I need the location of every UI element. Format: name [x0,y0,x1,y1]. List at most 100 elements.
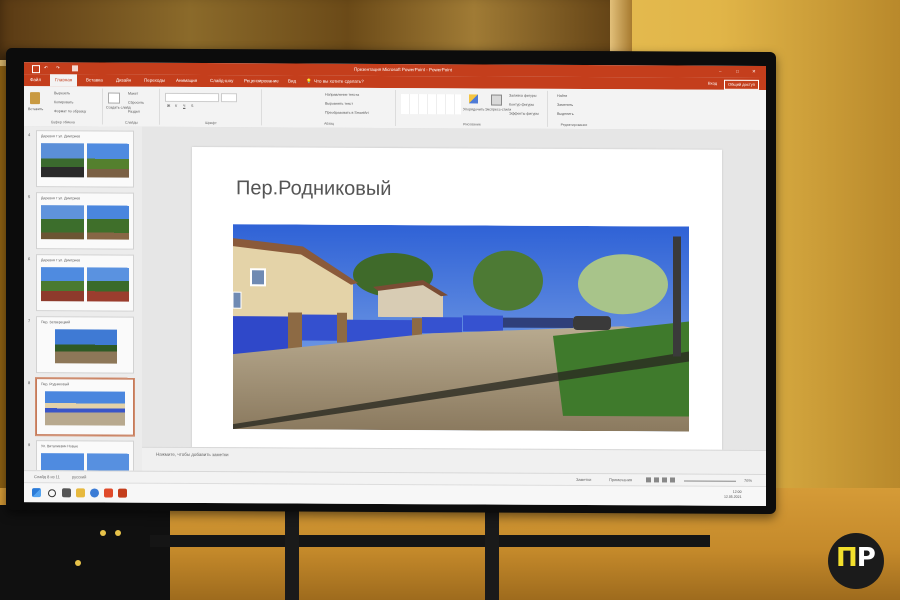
clock-date: 12.05.2021 [724,494,742,499]
tab-animations[interactable]: Анимация [176,75,197,87]
slide-thumbnail[interactable]: 6 Деревня т ул. Дмитриев [28,254,134,312]
screen: ↶ ↷ Презентация Microsoft PowerPoint - P… [24,62,766,506]
thumbnail-photo [55,329,117,364]
save-icon[interactable] [32,65,40,74]
tab-slideshow[interactable]: Слайд-шоу [210,75,233,87]
slide-photo[interactable] [233,224,689,432]
paste-label[interactable]: Вставить [28,107,43,111]
slide-thumbnail-selected[interactable]: 8 Пер. Родниковый [28,378,134,436]
tab-file[interactable]: Файл [30,74,41,86]
window-title: Презентация Microsoft PowerPoint - Power… [354,66,452,73]
paste-icon[interactable] [30,92,40,105]
file-explorer-icon[interactable] [76,488,85,498]
thumbnail-number: 9 [28,442,31,448]
undo-icon[interactable]: ↶ [44,62,48,74]
shape-outline-button[interactable]: Контур фигуры [509,103,534,107]
underline-button[interactable]: Ч [183,104,185,108]
tab-view[interactable]: Вид [288,75,296,87]
select-button[interactable]: Выделить [557,112,574,116]
slide-thumbnail[interactable]: 4 Деревня т ул. Дмитриев [28,130,134,188]
shape-effects-button[interactable]: Эффекты фигуры [509,112,539,116]
text-direction-button[interactable]: Направление текста [325,93,359,97]
quick-styles-button[interactable]: Экспресс-стили [485,107,511,111]
stand-crossbar [150,535,710,547]
slides-group: Создать слайд Макет Сбросить Раздел Слай… [104,88,160,125]
layout-button[interactable]: Макет [128,92,138,96]
maximize-icon[interactable]: □ [736,66,739,78]
cut-button[interactable]: Вырезать [54,91,70,95]
minimize-icon[interactable]: – [719,66,722,78]
thumbnail-title: Деревня т ул. Дмитриев [41,258,81,263]
cabinet-light [100,530,106,536]
strikethrough-button[interactable]: S [191,104,193,108]
format-painter-button[interactable]: Формат по образцу [54,109,86,113]
font-name-box[interactable] [165,92,219,103]
new-slide-button[interactable]: Создать слайд [106,106,131,110]
street-photo [233,224,689,432]
slide-thumbnail[interactable]: 7 Пер. Затверецкий [28,316,134,374]
slide-canvas[interactable]: Пер.Родниковый [192,146,722,466]
clock[interactable]: 12:00 12.05.2021 [724,490,742,500]
font-size-box[interactable] [221,93,237,103]
new-slide-icon[interactable] [108,92,120,104]
media-cabinet [0,505,170,600]
search-icon[interactable] [48,489,56,498]
tab-insert[interactable]: Вставка [86,74,103,86]
slide-thumbnails-pane: 4 Деревня т ул. Дмитриев 5 Деревня т ул.… [24,126,142,471]
thumbnail-photo [87,267,129,302]
zoom-slider[interactable] [684,480,736,482]
monitor: ↶ ↷ Презентация Microsoft PowerPoint - P… [6,47,776,515]
thumbnail-photo [41,267,84,302]
shapes-gallery[interactable] [401,94,461,115]
notes-placeholder: Нажмите, чтобы добавить заметки [156,451,229,458]
copy-button[interactable]: Копировать [54,100,73,104]
align-text-button[interactable]: Выровнять текст [325,102,353,106]
clipboard-group-label: Буфер обмена [51,120,75,125]
close-icon[interactable]: ✕ [752,66,756,78]
tab-transitions[interactable]: Переходы [144,75,165,87]
redo-icon[interactable]: ↷ [56,62,60,74]
sign-in-link[interactable]: Вход [708,78,717,90]
slides-group-label: Слайды [124,120,139,125]
reset-button[interactable]: Сбросить [128,101,144,105]
bold-button[interactable]: Ж [167,104,170,108]
shape-fill-button[interactable]: Заливка фигуры [509,94,536,98]
clipboard-group: Вставить Вырезать Копировать Формат по о… [24,88,103,125]
logo: ПР [828,533,884,589]
tab-home[interactable]: Главная [50,74,78,87]
font-group-label: Шрифт [205,121,217,126]
slide-thumbnail[interactable]: 9 Ул. Виталиевич Новые [28,440,134,471]
slide-thumbnail[interactable]: 5 Деревня т ул. Дмитриев [28,192,134,250]
chrome-icon[interactable] [104,488,113,498]
quick-styles-icon[interactable] [491,94,502,106]
share-button[interactable]: Общий доступ [724,79,759,90]
section-button[interactable]: Раздел [128,110,140,114]
logo-letter: П [836,543,858,573]
tab-review[interactable]: Рецензирование [244,75,279,87]
start-icon[interactable] [32,488,41,498]
view-buttons[interactable] [646,477,676,483]
italic-button[interactable]: К [175,104,177,108]
font-group: Ж К Ч S Шрифт [161,88,262,126]
thumbnail-photo [87,205,129,240]
powerpoint-icon[interactable] [118,488,127,498]
thumbnail-title: Деревня т ул. Дмитриев [41,196,81,201]
thumbnail-number: 7 [28,318,31,324]
arrange-icon[interactable] [469,94,478,104]
thumbnail-number: 6 [28,256,31,262]
thumbnail-number: 5 [28,194,31,200]
tell-me-box[interactable]: Что вы хотите сделать? [314,76,364,88]
find-button[interactable]: Найти [557,94,567,98]
replace-button[interactable]: Заменить [557,103,573,107]
edge-icon[interactable] [90,488,99,498]
tab-design[interactable]: Дизайн [116,75,131,87]
stand-leg [285,500,299,600]
smartart-button[interactable]: Преобразовать в SmartArt [325,111,369,115]
arrange-button[interactable]: Упорядочить [463,107,484,111]
slideshow-icon[interactable] [72,65,78,72]
task-view-icon[interactable] [62,488,71,498]
thumbnail-photo [87,453,129,471]
thumbnail-number: 4 [28,132,31,138]
logo-letter: Р [856,543,876,573]
slide-title[interactable]: Пер.Родниковый [236,177,391,201]
